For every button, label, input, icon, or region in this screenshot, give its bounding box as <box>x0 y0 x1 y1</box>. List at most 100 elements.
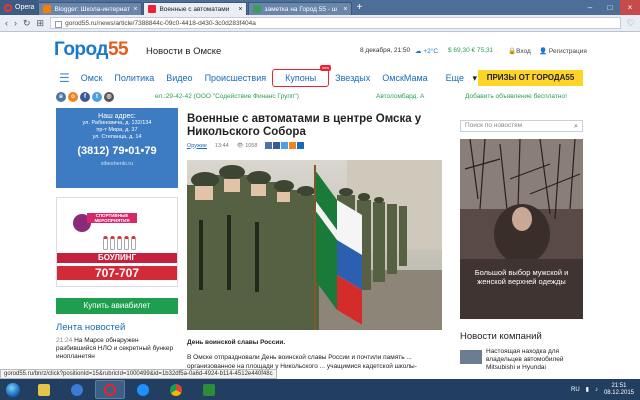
network-icon[interactable]: ▮ <box>586 386 589 393</box>
register-link[interactable]: 👤 Регистрация <box>539 47 587 55</box>
menu-item-more[interactable]: Еще ▾ <box>434 70 483 86</box>
bookmark-heart-icon[interactable]: ♡ <box>627 18 635 29</box>
article-category[interactable]: Оружие <box>187 143 207 149</box>
home-icon[interactable]: ☰ <box>54 70 75 86</box>
taskbar-app[interactable] <box>62 380 92 399</box>
clothing-ad-image[interactable] <box>460 139 583 319</box>
taskbar-app[interactable] <box>128 380 158 399</box>
taskbar-app[interactable] <box>29 380 59 399</box>
reload-icon[interactable]: ↻ <box>23 18 31 29</box>
opera-logo-icon <box>4 3 12 12</box>
forward-icon[interactable]: › <box>14 18 17 28</box>
opera-menu-label: Opera <box>15 4 35 11</box>
company-news-title[interactable]: Новости компаний <box>460 331 542 342</box>
start-button[interactable] <box>0 379 26 400</box>
taskbar-app-active[interactable] <box>95 380 125 399</box>
news-time: 21:24 <box>56 337 73 344</box>
menu-item-politics[interactable]: Политика <box>108 70 160 86</box>
back-icon[interactable]: ‹ <box>5 18 8 28</box>
close-tab-icon[interactable]: × <box>133 6 137 13</box>
twitter-share-icon[interactable] <box>281 142 289 149</box>
explorer-icon <box>38 383 50 396</box>
clock-time: 21:51 <box>611 382 627 389</box>
menu-item-omskmama[interactable]: ОмскМама <box>376 70 433 86</box>
twitter-icon[interactable]: t <box>92 92 102 102</box>
add-ad-link[interactable]: Добавить объявление бесплатно! <box>465 93 567 100</box>
language-indicator[interactable]: RU <box>571 387 580 393</box>
blogger-icon <box>43 5 52 13</box>
minimize-icon[interactable]: – <box>580 0 600 15</box>
coupons-label: Купоны <box>285 73 317 83</box>
chrome-icon <box>170 383 182 396</box>
tab-title: заметка на Город 55 - ш <box>264 5 337 13</box>
address-input[interactable]: gorod55.ru/news/article/7388844c-09c0-44… <box>50 17 621 29</box>
article-photo <box>187 160 442 330</box>
currency-rates[interactable]: $ 69,30 € 75,31 <box>448 47 493 54</box>
clock[interactable]: 21:51 08.12.2015 <box>604 383 634 397</box>
register-label: Регистрация <box>548 48 587 55</box>
facebook-icon[interactable]: f <box>80 92 90 102</box>
company-news-text: Настоящая находка для владельцев автомоб… <box>486 348 564 371</box>
ad-text-line[interactable]: Автоломбард. А <box>376 93 424 100</box>
menu-item-incidents[interactable]: Происшествия <box>199 70 273 86</box>
instagram-icon[interactable]: ◎ <box>104 92 114 102</box>
system-tray: RU ▮ ♪ 21:51 08.12.2015 <box>571 383 640 397</box>
bowling-pins-icon <box>99 228 139 250</box>
new-tab-button[interactable]: + <box>356 2 362 13</box>
media-player-icon <box>71 383 83 396</box>
close-window-icon[interactable]: × <box>620 0 640 15</box>
more-label: Еще <box>445 73 464 83</box>
vk-icon[interactable]: в <box>56 92 66 102</box>
address-line: ул. Рабиновича, д. 132/134 <box>82 120 152 126</box>
article-time: 13:44 <box>214 142 229 149</box>
menu-item-video[interactable]: Видео <box>160 70 198 86</box>
mail-share-icon[interactable] <box>297 142 305 149</box>
search-icon[interactable]: ⌕ <box>574 122 578 132</box>
menu-item-omsk[interactable]: Омск <box>75 70 109 86</box>
sport-events-label: СПОРТИВНЫЕ МЕРОПРИЯТИЯ <box>87 213 137 223</box>
window-controls: – □ × <box>580 0 640 15</box>
menu-item-coupons[interactable]: Купоны new <box>272 65 332 87</box>
volume-icon[interactable]: ♪ <box>595 387 598 393</box>
buy-ticket-button[interactable]: Купить авиабилет <box>56 298 178 314</box>
ad-text-line[interactable]: ел.:29-42-42 (ООО "Содействие Финанс Гру… <box>155 93 299 100</box>
browser-tab[interactable]: Blogger: Школа-интернат × <box>38 2 143 15</box>
taskbar-app[interactable] <box>161 380 191 399</box>
tab-title: Военные с автоматами <box>159 5 230 13</box>
taskbar-app[interactable] <box>194 380 224 399</box>
facebook-share-icon[interactable] <box>273 142 281 149</box>
page-icon <box>253 5 262 13</box>
bowling-banner[interactable]: СПОРТИВНЫЕ МЕРОПРИЯТИЯ БОУЛИНГ 707-707 <box>56 197 178 287</box>
close-tab-icon[interactable]: × <box>343 6 347 13</box>
status-url: gorod55.ru/bnrz/click?positionId=15&rubr… <box>0 369 277 379</box>
browser-tab[interactable]: заметка на Город 55 - ш × <box>248 2 353 15</box>
new-badge: new <box>319 65 332 71</box>
weather-widget[interactable]: ☁ +2°C <box>415 47 438 55</box>
news-search-input[interactable]: Поиск по новостям ⌕ <box>460 120 583 132</box>
article-title: Военные с автоматами в центре Омска у Ни… <box>187 113 422 138</box>
site-logo[interactable]: Город55 <box>54 39 129 61</box>
odnoklassniki-icon[interactable]: о <box>68 92 78 102</box>
browser-tab-active[interactable]: Военные с автоматами × <box>143 2 248 15</box>
ie-icon <box>137 383 149 396</box>
news-item[interactable]: 21:24 На Марсе обнаружен разбившийся НЛО… <box>56 337 178 361</box>
close-tab-icon[interactable]: × <box>238 6 242 13</box>
opera-menu-button[interactable]: Opera <box>0 0 39 15</box>
date-time: 8 декабря, 21:50 <box>360 47 411 54</box>
logo-text: Город <box>54 39 108 60</box>
login-link[interactable]: 🔒Вход <box>508 47 531 55</box>
site-tagline: Новости в Омске <box>146 46 222 57</box>
weather-value: +2°C <box>423 48 439 55</box>
tab-title: Blogger: Школа-интернат <box>54 5 130 13</box>
address-banner[interactable]: Наш адрес: ул. Рабиновича, д. 132/134 пр… <box>56 108 178 188</box>
speed-dial-icon[interactable]: ⊞ <box>37 18 45 29</box>
menu-item-stars[interactable]: Звездых <box>329 70 376 86</box>
address-line: пр-т Мира, д. 37 <box>96 127 138 133</box>
news-feed-title[interactable]: Лента новостей <box>56 322 178 333</box>
vk-share-icon[interactable] <box>265 142 273 149</box>
prizes-button[interactable]: ПРИЗЫ ОТ ГОРОДА55 <box>478 70 583 86</box>
ok-share-icon[interactable] <box>289 142 297 149</box>
maximize-icon[interactable]: □ <box>600 0 620 15</box>
site-header: Город55 Новости в Омске 8 декабря, 21:50… <box>0 33 640 65</box>
views-count: 👁 1058 <box>236 142 258 149</box>
